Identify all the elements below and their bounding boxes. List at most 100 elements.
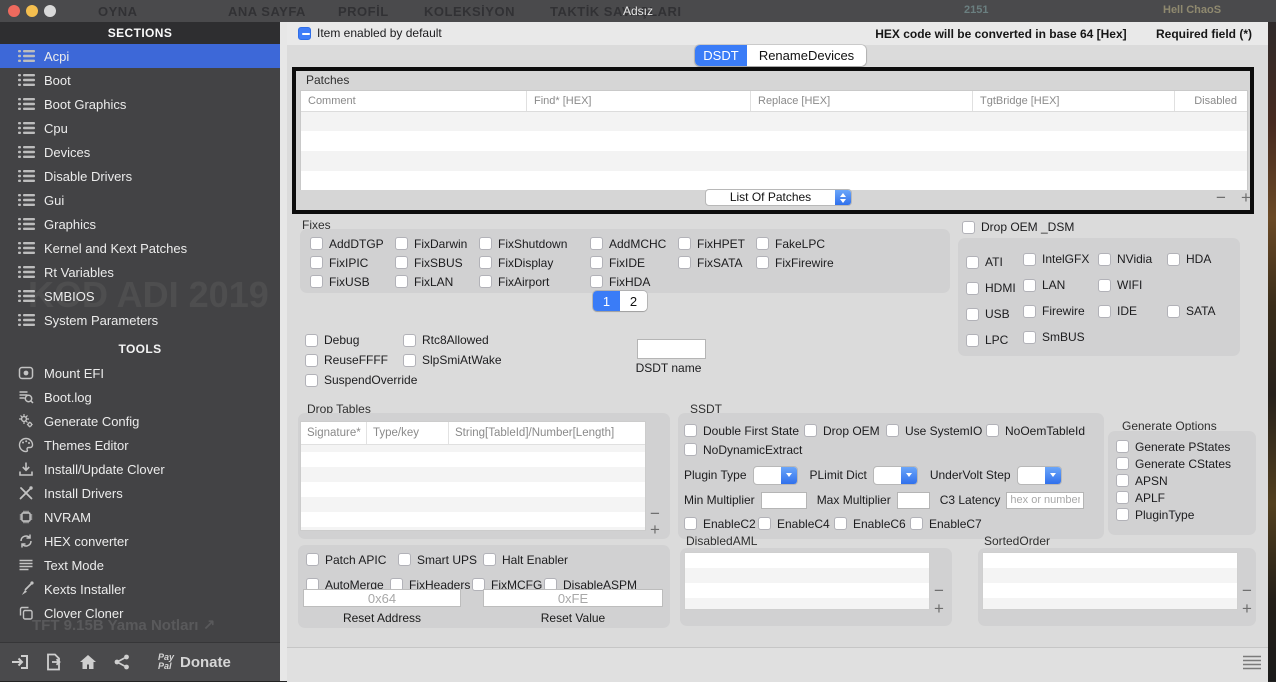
sidebar-item-acpi[interactable]: Acpi <box>0 44 280 68</box>
checkbox-fakelpc[interactable]: FakeLPC <box>756 237 825 251</box>
checkbox-suspendoverride[interactable]: SuspendOverride <box>305 373 417 387</box>
sorted-order-list[interactable] <box>982 552 1238 610</box>
checkbox-lan[interactable]: LAN <box>1023 278 1065 292</box>
sidebar-item-kernel-and-kext-patches[interactable]: Kernel and Kext Patches <box>0 236 280 260</box>
checkbox-debug[interactable]: Debug <box>305 333 359 347</box>
tool-item-clover-cloner[interactable]: Clover Cloner <box>0 601 280 625</box>
checkbox-nooemtableid[interactable]: NoOemTableId <box>986 424 1085 438</box>
sidebar-item-system-parameters[interactable]: System Parameters <box>0 308 280 332</box>
dsdt-name-input[interactable] <box>637 339 706 359</box>
checkbox-fixsata[interactable]: FixSATA <box>678 256 743 270</box>
column-header-comment[interactable]: Comment <box>301 91 527 111</box>
column-header-string-tableid-number-length[interactable]: String[TableId]/Number[Length] <box>449 422 645 444</box>
checkbox-fixairport[interactable]: FixAirport <box>479 275 549 289</box>
checkbox-firewire[interactable]: Firewire <box>1023 304 1085 318</box>
share-icon[interactable] <box>112 653 132 671</box>
dropdown-undervolt-step[interactable] <box>1016 465 1062 485</box>
import-icon[interactable] <box>10 653 30 671</box>
checkbox-sata[interactable]: SATA <box>1167 304 1216 318</box>
checkbox-rtc8allowed[interactable]: Rtc8Allowed <box>403 333 489 347</box>
checkbox-fixipic[interactable]: FixIPIC <box>310 256 368 270</box>
checkbox-use-systemio[interactable]: Use SystemIO <box>886 424 982 438</box>
column-header-type-key[interactable]: Type/key <box>367 422 449 444</box>
tool-item-boot-log[interactable]: Boot.log <box>0 385 280 409</box>
checkbox-enablec2[interactable]: EnableC2 <box>684 517 756 531</box>
tool-item-install-update-clover[interactable]: Install/Update Clover <box>0 457 280 481</box>
column-header-find-hex[interactable]: Find* [HEX] <box>527 91 751 111</box>
column-header-disabled[interactable]: Disabled <box>1175 91 1247 111</box>
reset-address-input[interactable] <box>303 589 461 607</box>
checkbox-plugintype[interactable]: PluginType <box>1116 508 1194 522</box>
input-c3-latency[interactable] <box>1006 491 1085 509</box>
checkbox-enablec7[interactable]: EnableC7 <box>910 517 982 531</box>
checkbox-generate-cstates[interactable]: Generate CStates <box>1116 457 1231 471</box>
sidebar-item-graphics[interactable]: Graphics <box>0 212 280 236</box>
checkbox-smbus[interactable]: SmBUS <box>1023 330 1085 344</box>
checkbox-fixhpet[interactable]: FixHPET <box>678 237 745 251</box>
tool-item-kexts-installer[interactable]: Kexts Installer <box>0 577 280 601</box>
checkbox-aplf[interactable]: APLF <box>1116 491 1165 505</box>
add-table-button[interactable]: + <box>650 521 660 538</box>
reset-value-input[interactable] <box>483 589 663 607</box>
checkbox-drop-oem-dsm[interactable]: Drop OEM _DSM <box>962 220 1074 234</box>
tool-item-generate-config[interactable]: Generate Config <box>0 409 280 433</box>
home-icon[interactable] <box>78 653 98 671</box>
checkbox-nodynamicextract[interactable]: NoDynamicExtract <box>684 443 802 457</box>
page-2-button[interactable]: 2 <box>620 291 647 311</box>
checkbox-fixfirewire[interactable]: FixFirewire <box>756 256 834 270</box>
export-icon[interactable] <box>44 653 64 671</box>
checkbox-fixusb[interactable]: FixUSB <box>310 275 370 289</box>
checkbox-ide[interactable]: IDE <box>1098 304 1137 318</box>
tab-dsdt[interactable]: DSDT <box>695 45 747 66</box>
column-header-tgtbridge-hex[interactable]: TgtBridge [HEX] <box>973 91 1175 111</box>
remove-patch-button[interactable]: − <box>1216 189 1226 206</box>
tool-item-text-mode[interactable]: Text Mode <box>0 553 280 577</box>
add-patch-button[interactable]: + <box>1241 189 1251 206</box>
checkbox-hda[interactable]: HDA <box>1167 252 1211 266</box>
checkbox-ati[interactable]: ATI <box>966 255 1003 269</box>
tool-item-hex-converter[interactable]: HEX converter <box>0 529 280 553</box>
checkbox-item-enabled-by-default[interactable]: Item enabled by default <box>298 26 442 40</box>
checkbox-halt-enabler[interactable]: Halt Enabler <box>483 553 568 567</box>
dropdown-plugin-type[interactable] <box>752 465 798 485</box>
checkbox-apsn[interactable]: APSN <box>1116 474 1168 488</box>
checkbox-usb[interactable]: USB <box>966 307 1010 321</box>
sidebar-item-boot[interactable]: Boot <box>0 68 280 92</box>
sidebar-item-gui[interactable]: Gui <box>0 188 280 212</box>
checkbox-enablec6[interactable]: EnableC6 <box>834 517 906 531</box>
sidebar-item-rt-variables[interactable]: Rt Variables <box>0 260 280 284</box>
add-sorted-button[interactable]: + <box>1242 600 1252 617</box>
tool-item-install-drivers[interactable]: Install Drivers <box>0 481 280 505</box>
patches-table[interactable]: Comment Find* [HEX] Replace [HEX] TgtBridge… <box>300 90 1248 190</box>
checkbox-fixhda[interactable]: FixHDA <box>590 275 650 289</box>
checkbox-adddtgp[interactable]: AddDTGP <box>310 237 384 251</box>
drop-tables-table[interactable]: Signature* Type/key String[TableId]/Number… <box>300 421 646 531</box>
sidebar-item-cpu[interactable]: Cpu <box>0 116 280 140</box>
checkbox-smart-ups[interactable]: Smart UPS <box>398 553 477 567</box>
dropdown-plimit-dict[interactable] <box>872 465 918 485</box>
checkbox-enablec4[interactable]: EnableC4 <box>758 517 830 531</box>
sidebar-item-disable-drivers[interactable]: Disable Drivers <box>0 164 280 188</box>
sidebar-item-smbios[interactable]: SMBIOS <box>0 284 280 308</box>
tool-item-themes-editor[interactable]: Themes Editor <box>0 433 280 457</box>
page-1-button[interactable]: 1 <box>593 291 620 311</box>
tool-item-mount-efi[interactable]: Mount EFI <box>0 361 280 385</box>
sidebar-item-boot-graphics[interactable]: Boot Graphics <box>0 92 280 116</box>
tool-item-nvram[interactable]: NVRAM <box>0 505 280 529</box>
checkbox-fixdisplay[interactable]: FixDisplay <box>479 256 553 270</box>
checkbox-fixlan[interactable]: FixLAN <box>395 275 453 289</box>
remove-table-button[interactable]: − <box>650 505 660 522</box>
checkbox-fixsbus[interactable]: FixSBUS <box>395 256 463 270</box>
checkbox-double-first-state[interactable]: Double First State <box>684 424 799 438</box>
hamburger-icon[interactable] <box>1242 655 1262 670</box>
tab-renamedevices[interactable]: RenameDevices <box>747 45 866 66</box>
remove-sorted-button[interactable]: − <box>1242 582 1252 599</box>
list-of-patches-dropdown[interactable]: List Of Patches <box>705 189 852 206</box>
disabled-aml-list[interactable] <box>684 552 930 610</box>
input-max-multiplier[interactable] <box>896 491 930 509</box>
checkbox-addmchc[interactable]: AddMCHC <box>590 237 666 251</box>
checkbox-intelgfx[interactable]: IntelGFX <box>1023 252 1089 266</box>
checkbox-slpsmiatwake[interactable]: SlpSmiAtWake <box>403 353 502 367</box>
column-header-signature[interactable]: Signature* <box>301 422 367 444</box>
checkbox-generate-pstates[interactable]: Generate PStates <box>1116 440 1230 454</box>
